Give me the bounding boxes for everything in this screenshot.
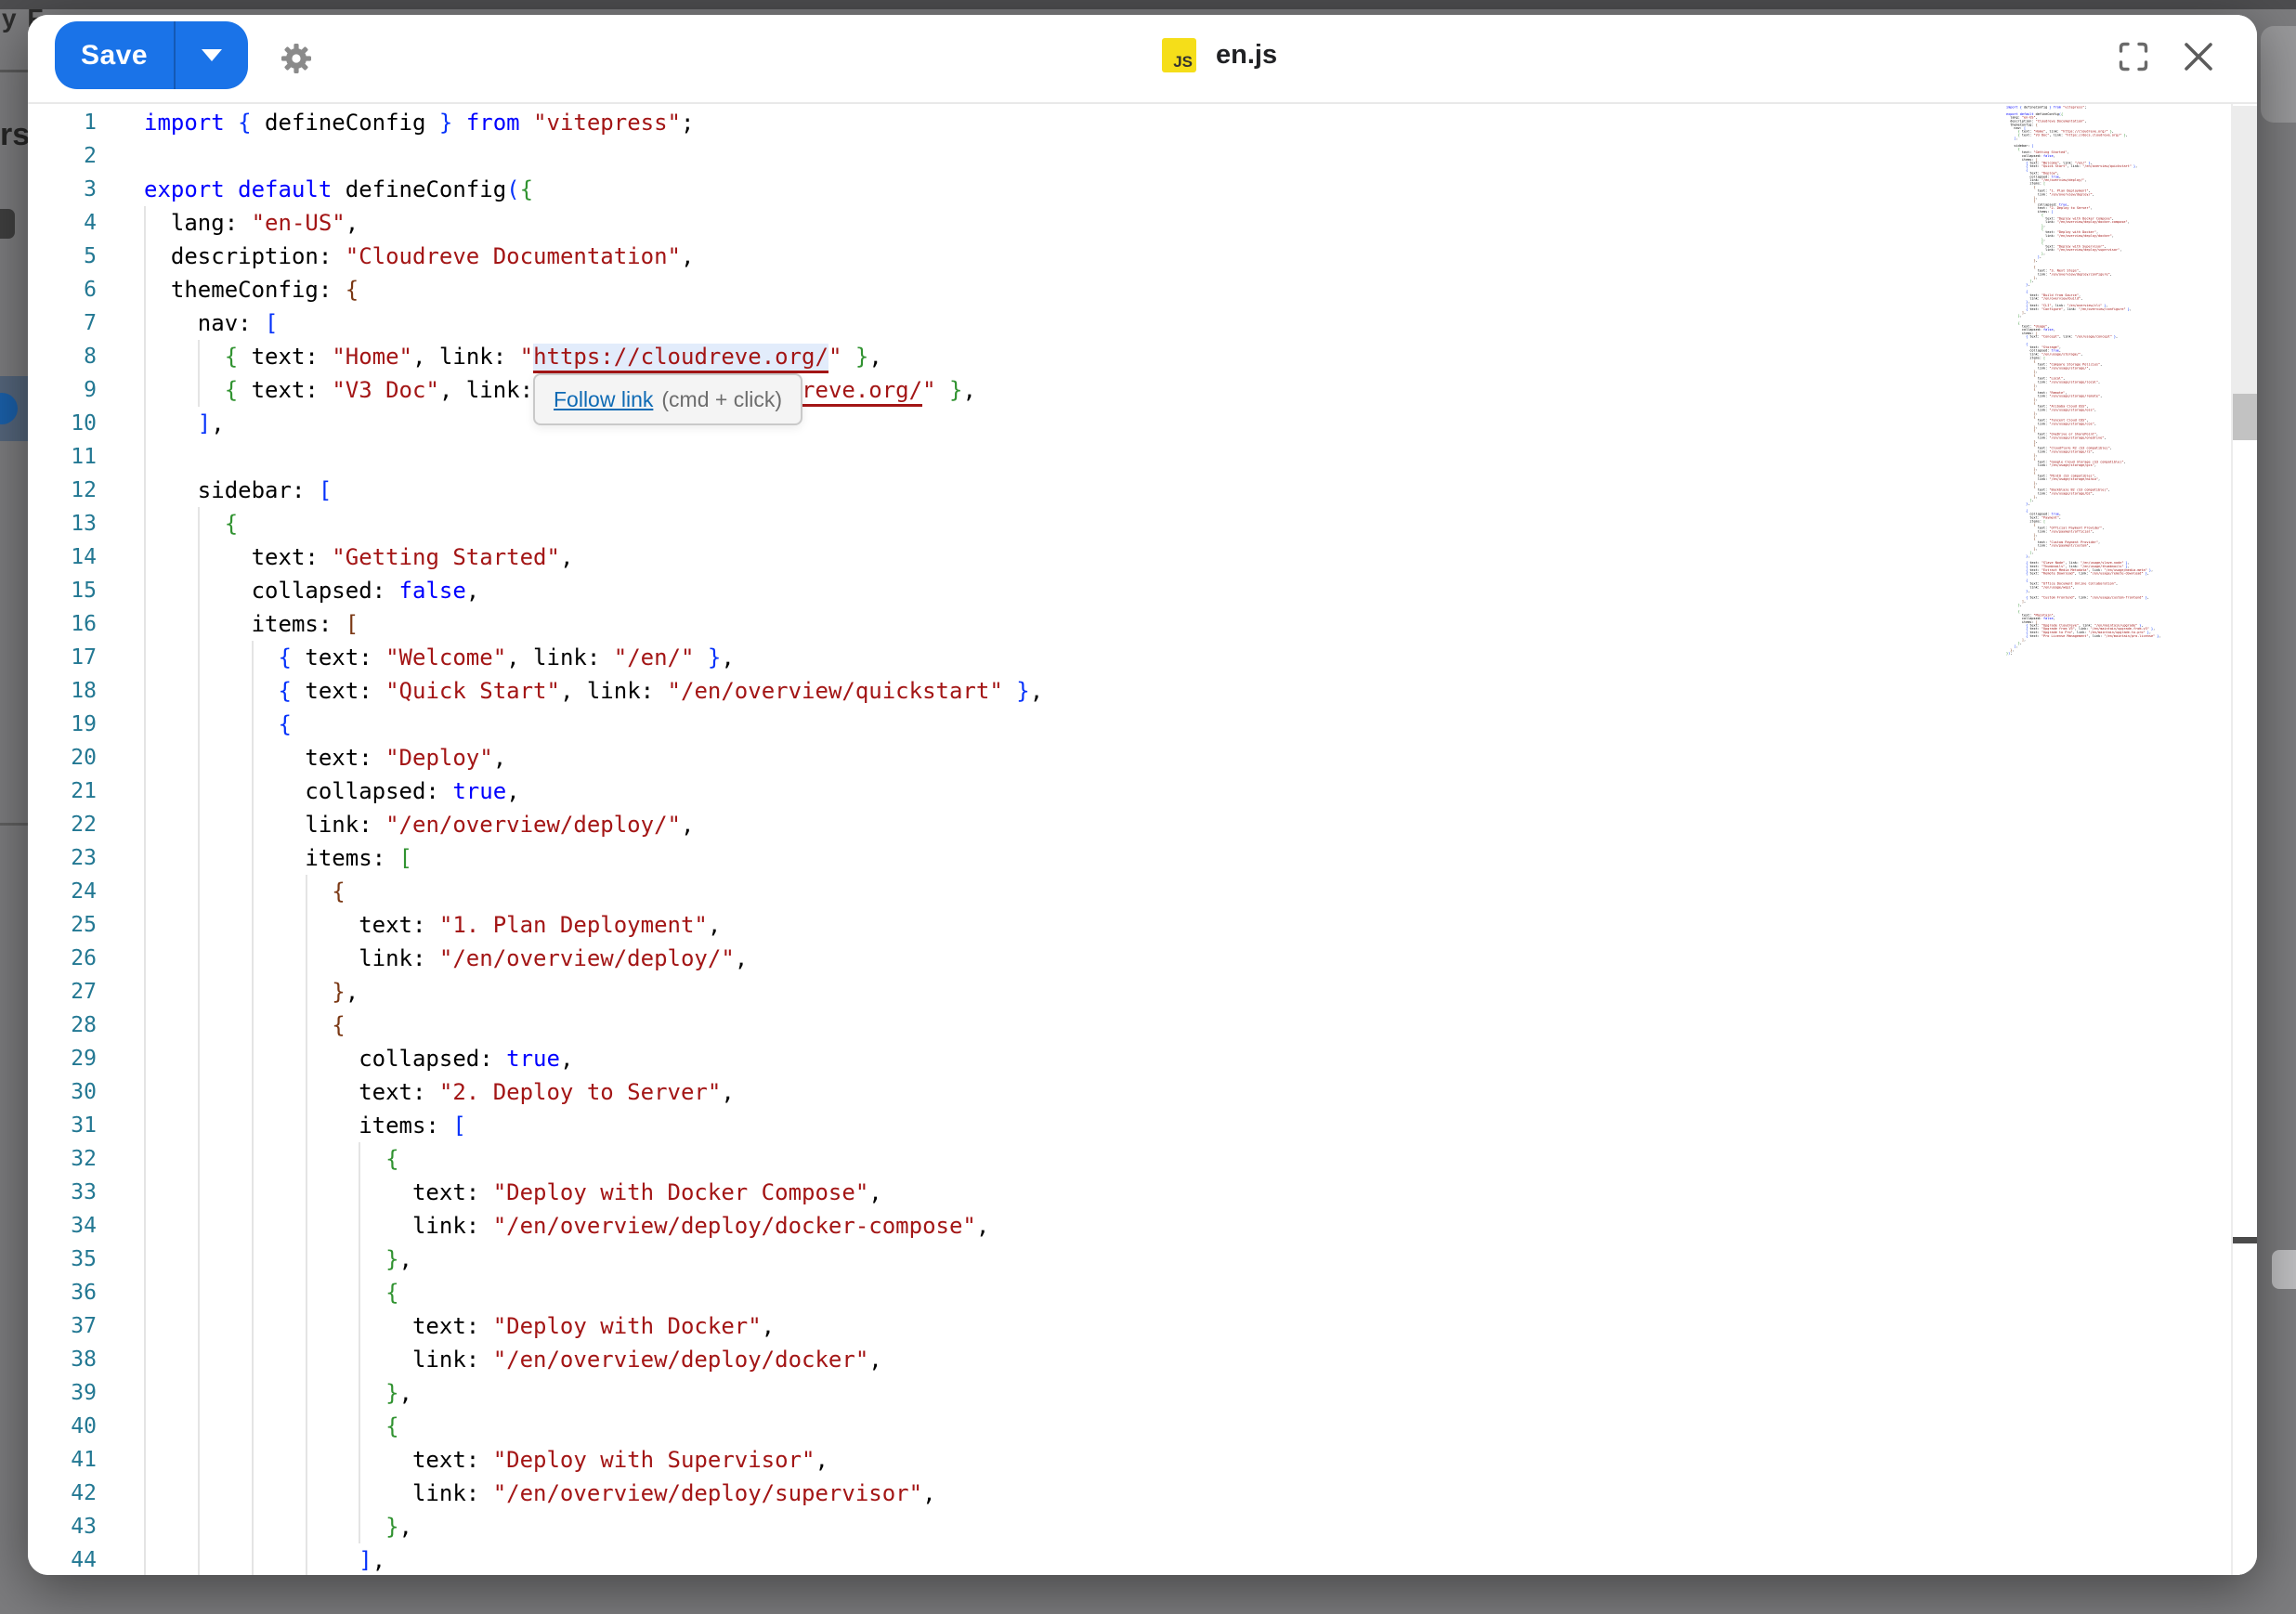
follow-link-action[interactable]: Follow link — [554, 387, 653, 412]
scrollbar-track-highlight — [2233, 106, 2257, 394]
background-right-panel — [2261, 26, 2296, 123]
dialog-toolbar: Save JS en.js — [28, 15, 2257, 102]
file-name: en.js — [1216, 40, 1277, 71]
close-icon — [2182, 40, 2215, 73]
gear-icon — [280, 43, 312, 74]
save-split-button: Save — [55, 21, 248, 89]
background-divider — [0, 70, 28, 72]
page: { "backdrop": { "top_left_text": "y F", … — [0, 0, 2296, 1614]
background-divider — [0, 823, 28, 826]
file-title-group: JS en.js — [1162, 36, 1277, 73]
link-hover-tooltip: Follow link (cmd + click) — [533, 373, 802, 425]
background-text-fragment: rs — [0, 117, 30, 153]
code-editor-dialog: Save JS en.js — [28, 15, 2257, 1575]
fullscreen-icon — [2117, 40, 2150, 73]
save-button-label: Save — [81, 40, 148, 72]
scrollbar-thumb[interactable] — [2233, 394, 2257, 440]
javascript-file-icon: JS — [1162, 38, 1196, 72]
code-content[interactable]: import { defineConfig } from "vitepress"… — [144, 106, 1043, 1575]
background-file-icon — [0, 209, 15, 239]
close-button[interactable] — [2182, 40, 2215, 73]
settings-button[interactable] — [280, 43, 312, 74]
follow-link-hint: (cmd + click) — [661, 387, 782, 412]
chevron-down-icon — [202, 49, 222, 61]
fullscreen-button[interactable] — [2117, 40, 2150, 73]
code-editor[interactable]: 1 2 3 4 5 6 7 8 9 10 11 12 13 14 15 16 1… — [28, 104, 2257, 1575]
javascript-file-icon-label: JS — [1173, 53, 1193, 72]
background-right-bar — [2272, 1250, 2296, 1289]
line-numbers: 1 2 3 4 5 6 7 8 9 10 11 12 13 14 15 16 1… — [28, 106, 97, 1575]
save-button[interactable]: Save — [55, 21, 174, 89]
cursor-position-marker — [2233, 1237, 2257, 1243]
save-dropdown-button[interactable] — [176, 21, 248, 89]
minimap[interactable]: import { defineConfig } from "vitepress"… — [2006, 106, 2231, 682]
overview-ruler[interactable] — [2231, 104, 2257, 1575]
minimap-content: import { defineConfig } from "vitepress"… — [2006, 106, 2231, 656]
background-page-header — [0, 0, 2296, 9]
